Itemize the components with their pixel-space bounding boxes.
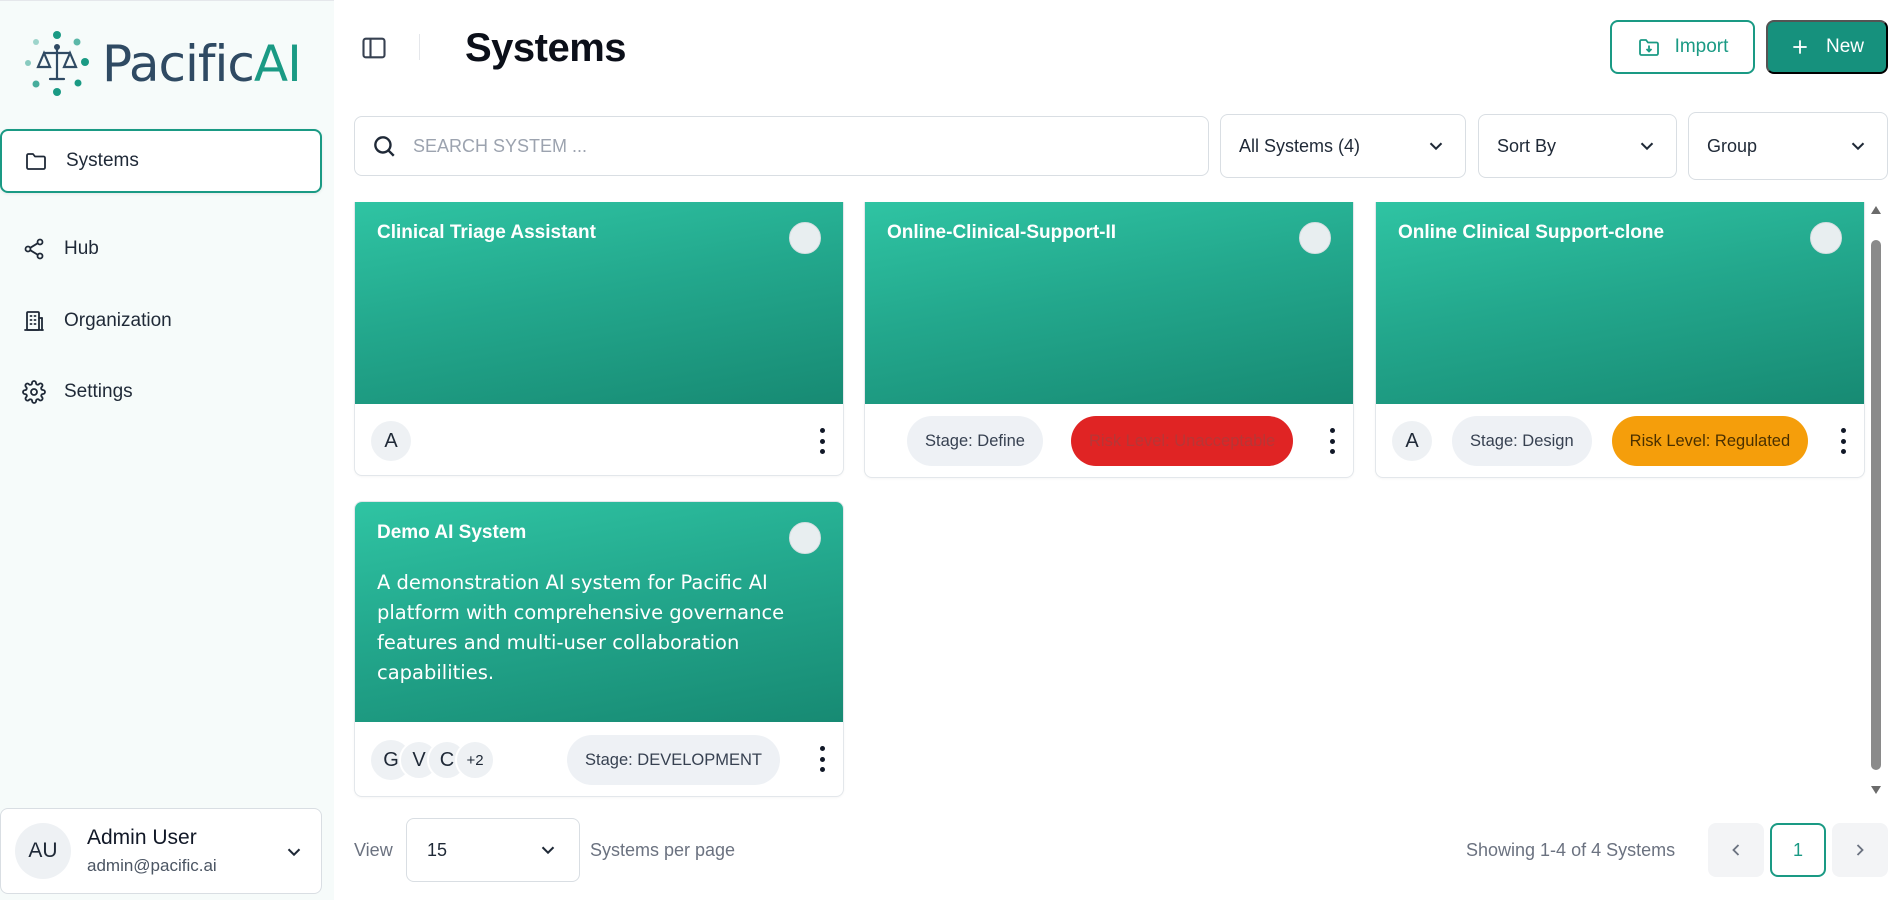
scales-of-justice-icon bbox=[25, 31, 89, 96]
avatar: AU bbox=[15, 823, 71, 879]
group-dropdown[interactable]: Group bbox=[1688, 112, 1888, 180]
stage-badge: Stage: Define bbox=[907, 416, 1043, 466]
more-options-icon[interactable] bbox=[819, 746, 825, 772]
card-footer: A bbox=[355, 404, 843, 475]
sort-dropdown[interactable]: Sort By bbox=[1478, 114, 1677, 178]
system-card[interactable]: Online-Clinical-Support-II Stage: Define… bbox=[864, 202, 1354, 478]
building-icon bbox=[24, 311, 44, 331]
per-page-value: 15 bbox=[427, 839, 448, 860]
sidebar-item-systems[interactable]: Systems bbox=[0, 129, 322, 193]
chevron-down-icon[interactable] bbox=[283, 841, 305, 863]
stage-badge: Stage: DEVELOPMENT bbox=[567, 735, 780, 785]
sidebar-item-label: Settings bbox=[64, 381, 133, 402]
more-options-icon[interactable] bbox=[819, 428, 825, 454]
card-title: Online-Clinical-Support-II bbox=[887, 222, 1117, 243]
system-card[interactable]: Clinical Triage Assistant A bbox=[354, 202, 844, 476]
user-email: admin@pacific.ai bbox=[87, 856, 217, 875]
scrollbar[interactable] bbox=[1869, 204, 1883, 794]
group-value: Group bbox=[1707, 135, 1758, 156]
systems-filter-dropdown[interactable]: All Systems (4) bbox=[1220, 114, 1466, 178]
share-nodes-icon bbox=[24, 238, 44, 260]
brand-logo[interactable]: PacificAI bbox=[22, 29, 302, 99]
card-title: Clinical Triage Assistant bbox=[377, 222, 596, 243]
systems-filter-value: All Systems (4) bbox=[1239, 135, 1361, 156]
new-button[interactable]: New bbox=[1766, 20, 1888, 74]
per-page-label: Systems per page bbox=[590, 840, 736, 860]
system-card[interactable]: Online Clinical Support-clone A Stage: D… bbox=[1375, 202, 1865, 478]
card-footer: G V C +2 Stage: DEVELOPMENT bbox=[355, 722, 843, 796]
chevron-down-icon bbox=[1851, 142, 1865, 151]
import-button[interactable]: Import bbox=[1610, 20, 1755, 74]
risk-level-badge: Risk Level: Regulated bbox=[1611, 416, 1809, 466]
next-page-button[interactable] bbox=[1832, 823, 1888, 877]
import-button-label: Import bbox=[1674, 36, 1729, 57]
card-select-radio[interactable] bbox=[1299, 222, 1331, 254]
card-select-radio[interactable] bbox=[789, 222, 821, 254]
search-input[interactable] bbox=[413, 135, 1113, 157]
sidebar-item-organization[interactable]: Organization bbox=[0, 289, 322, 353]
page-title: Systems bbox=[465, 26, 627, 70]
card-header: Online Clinical Support-clone bbox=[1376, 202, 1864, 404]
prev-page-button[interactable] bbox=[1708, 823, 1764, 877]
scroll-up-arrow-icon[interactable] bbox=[1871, 206, 1881, 214]
scrollbar-thumb[interactable] bbox=[1871, 240, 1881, 770]
sidebar-item-hub[interactable]: Hub bbox=[0, 217, 322, 281]
chevron-right-icon bbox=[1856, 844, 1864, 856]
more-options-icon[interactable] bbox=[1329, 428, 1335, 454]
search-icon bbox=[374, 136, 395, 157]
view-label: View bbox=[354, 840, 393, 860]
sidebar: PacificAI Systems Hub Organization Setti… bbox=[0, 0, 334, 900]
stage-badge: Stage: Design bbox=[1452, 416, 1592, 466]
folder-icon bbox=[26, 153, 46, 170]
system-card[interactable]: Demo AI System A demonstration AI system… bbox=[354, 501, 844, 797]
card-title: Online Clinical Support-clone bbox=[1398, 222, 1665, 243]
sidebar-item-label: Systems bbox=[66, 150, 139, 171]
sidebar-item-settings[interactable]: Settings bbox=[0, 360, 322, 424]
chevron-down-icon bbox=[1429, 142, 1443, 151]
risk-level-badge: Risk Level: Unacceptable bbox=[1070, 416, 1294, 466]
chevron-left-icon bbox=[1732, 844, 1740, 856]
avatar: A bbox=[371, 421, 411, 461]
header-divider bbox=[419, 34, 420, 60]
folder-download-icon bbox=[1638, 39, 1659, 56]
avatar-overflow-count: +2 bbox=[455, 740, 495, 780]
user-info: Admin User admin@pacific.ai bbox=[87, 826, 217, 876]
sort-value: Sort By bbox=[1497, 135, 1557, 156]
results-count: Showing 1-4 of 4 Systems bbox=[1466, 840, 1676, 860]
sidebar-toggle-icon[interactable] bbox=[360, 34, 388, 62]
card-footer: Stage: Define Risk Level: Unacceptable bbox=[865, 404, 1353, 477]
card-select-radio[interactable] bbox=[789, 522, 821, 554]
page-number-button[interactable]: 1 bbox=[1770, 823, 1826, 877]
user-menu[interactable]: AU Admin User admin@pacific.ai bbox=[0, 808, 322, 894]
gear-icon bbox=[22, 380, 46, 404]
search-bar[interactable] bbox=[354, 116, 1209, 176]
card-footer: A Stage: Design Risk Level: Regulated bbox=[1376, 404, 1864, 477]
user-name: Admin User bbox=[87, 826, 197, 849]
card-header: Demo AI System A demonstration AI system… bbox=[355, 502, 843, 722]
scroll-down-arrow-icon[interactable] bbox=[1871, 786, 1881, 794]
card-title: Demo AI System bbox=[377, 522, 527, 543]
card-select-radio[interactable] bbox=[1810, 222, 1842, 254]
sidebar-item-label: Organization bbox=[64, 310, 172, 331]
new-button-label: New bbox=[1825, 36, 1864, 57]
card-header: Clinical Triage Assistant bbox=[355, 202, 843, 404]
per-page-select[interactable]: 15 bbox=[406, 818, 580, 882]
chevron-down-icon bbox=[541, 846, 555, 855]
sidebar-item-label: Hub bbox=[64, 238, 99, 259]
brand-name: PacificAI bbox=[102, 35, 302, 93]
plus-icon bbox=[1793, 40, 1807, 54]
card-description: A demonstration AI system for Pacific AI… bbox=[377, 571, 785, 684]
chevron-down-icon bbox=[1640, 142, 1654, 151]
more-options-icon[interactable] bbox=[1840, 428, 1846, 454]
card-header: Online-Clinical-Support-II bbox=[865, 202, 1353, 404]
avatar: A bbox=[1392, 421, 1432, 461]
